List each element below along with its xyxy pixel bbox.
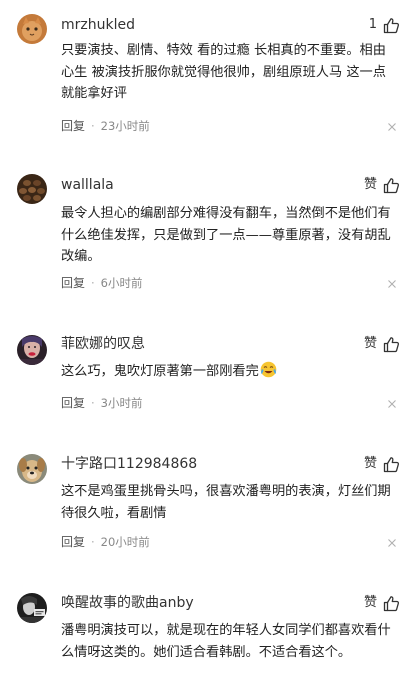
thumbs-up-icon bbox=[383, 595, 400, 611]
comment-text: 这不是鸡蛋里挑骨头吗，很喜欢潘粤明的表演，灯丝们期待很久啦，看剧情 bbox=[61, 484, 391, 521]
comment-text: 只要演技、剧情、特效 看的过瘾 长相真的不重要。相由心生 被演技折服你就觉得他很… bbox=[61, 43, 386, 101]
timestamp: 3小时前 bbox=[100, 396, 143, 410]
red-lips-portrait-avatar[interactable] bbox=[17, 335, 47, 365]
username[interactable]: 十字路口112984868 bbox=[61, 455, 197, 473]
reply-button[interactable]: 回复 bbox=[61, 534, 85, 550]
comment-text-content: 这么巧，鬼吹灯原著第一部刚看完 bbox=[61, 364, 259, 379]
comment-item: 十字路口112984868 赞 这不是鸡蛋里挑骨头吗，很喜欢潘粤明的表演，灯丝们… bbox=[0, 430, 420, 580]
comment-text: 最令人担心的编剧部分难得没有翻车，当然倒不是他们有什么绝佳发挥，只是做到了一点—… bbox=[61, 206, 391, 264]
comment-item: walllala 赞 最令人担心的编剧部分难得没有翻车，当然倒不是他们有什么绝佳… bbox=[0, 150, 420, 310]
like-button[interactable]: 赞 bbox=[364, 455, 400, 473]
comment-text: 潘粤明演技可以，就是现在的年轻人女同学们都喜欢看什么情呀这类的。她们适合看韩剧。… bbox=[61, 623, 391, 660]
username[interactable]: 唤醒故事的歌曲anby bbox=[61, 594, 194, 612]
thumbs-up-icon bbox=[383, 17, 400, 33]
reply-button[interactable]: 回复 bbox=[61, 395, 85, 411]
close-icon[interactable] bbox=[388, 280, 396, 288]
like-count: 1 bbox=[368, 17, 377, 32]
comment-item: 唤醒故事的歌曲anby 赞 潘粤明演技可以，就是现在的年轻人女同学们都喜欢看什么… bbox=[0, 580, 420, 684]
comment-item: 菲欧娜的叹息 赞 这么巧，鬼吹灯原著第一部刚看完 回复 · 3小时前 bbox=[0, 310, 420, 430]
pinecone-avatar[interactable] bbox=[17, 174, 47, 204]
separator-dot: · bbox=[91, 119, 95, 133]
timestamp: 23小时前 bbox=[100, 119, 150, 133]
like-label: 赞 bbox=[363, 177, 377, 192]
separator-dot: · bbox=[91, 396, 95, 410]
close-icon[interactable] bbox=[388, 123, 396, 131]
like-button[interactable]: 赞 bbox=[364, 594, 400, 612]
separator-dot: · bbox=[91, 535, 95, 549]
orange-cat-avatar[interactable] bbox=[17, 14, 47, 44]
comment-meta: 回复 · 6小时前 bbox=[61, 275, 143, 291]
bw-portrait-avatar[interactable] bbox=[17, 593, 47, 623]
close-icon[interactable] bbox=[388, 539, 396, 547]
like-button[interactable]: 赞 bbox=[364, 176, 400, 194]
comment-meta: 回复 · 20小时前 bbox=[61, 534, 150, 550]
username[interactable]: mrzhukled bbox=[61, 16, 135, 34]
timestamp: 6小时前 bbox=[100, 276, 143, 290]
reply-button[interactable]: 回复 bbox=[61, 275, 85, 291]
like-label: 赞 bbox=[363, 456, 377, 471]
close-icon[interactable] bbox=[388, 400, 396, 408]
like-button[interactable]: 赞 bbox=[364, 335, 400, 353]
comment-meta: 回复 · 3小时前 bbox=[61, 395, 143, 411]
comment-text: 这么巧，鬼吹灯原著第一部刚看完 bbox=[61, 361, 397, 383]
comment-meta: 回复 · 23小时前 bbox=[61, 118, 150, 134]
like-label: 赞 bbox=[363, 595, 377, 610]
crying-laughing-emoji-icon bbox=[260, 361, 277, 378]
like-button[interactable]: 1 bbox=[369, 16, 400, 34]
comment-item: mrzhukled 1 只要演技、剧情、特效 看的过瘾 长相真的不重要。相由心生… bbox=[0, 0, 420, 150]
username[interactable]: 菲欧娜的叹息 bbox=[61, 335, 145, 353]
like-label: 赞 bbox=[363, 336, 377, 351]
thumbs-up-icon bbox=[383, 336, 400, 352]
timestamp: 20小时前 bbox=[100, 535, 150, 549]
separator-dot: · bbox=[91, 276, 95, 290]
thumbs-up-icon bbox=[383, 177, 400, 193]
username[interactable]: walllala bbox=[61, 176, 114, 194]
thumbs-up-icon bbox=[383, 456, 400, 472]
dog-avatar[interactable] bbox=[17, 454, 47, 484]
reply-button[interactable]: 回复 bbox=[61, 118, 85, 134]
